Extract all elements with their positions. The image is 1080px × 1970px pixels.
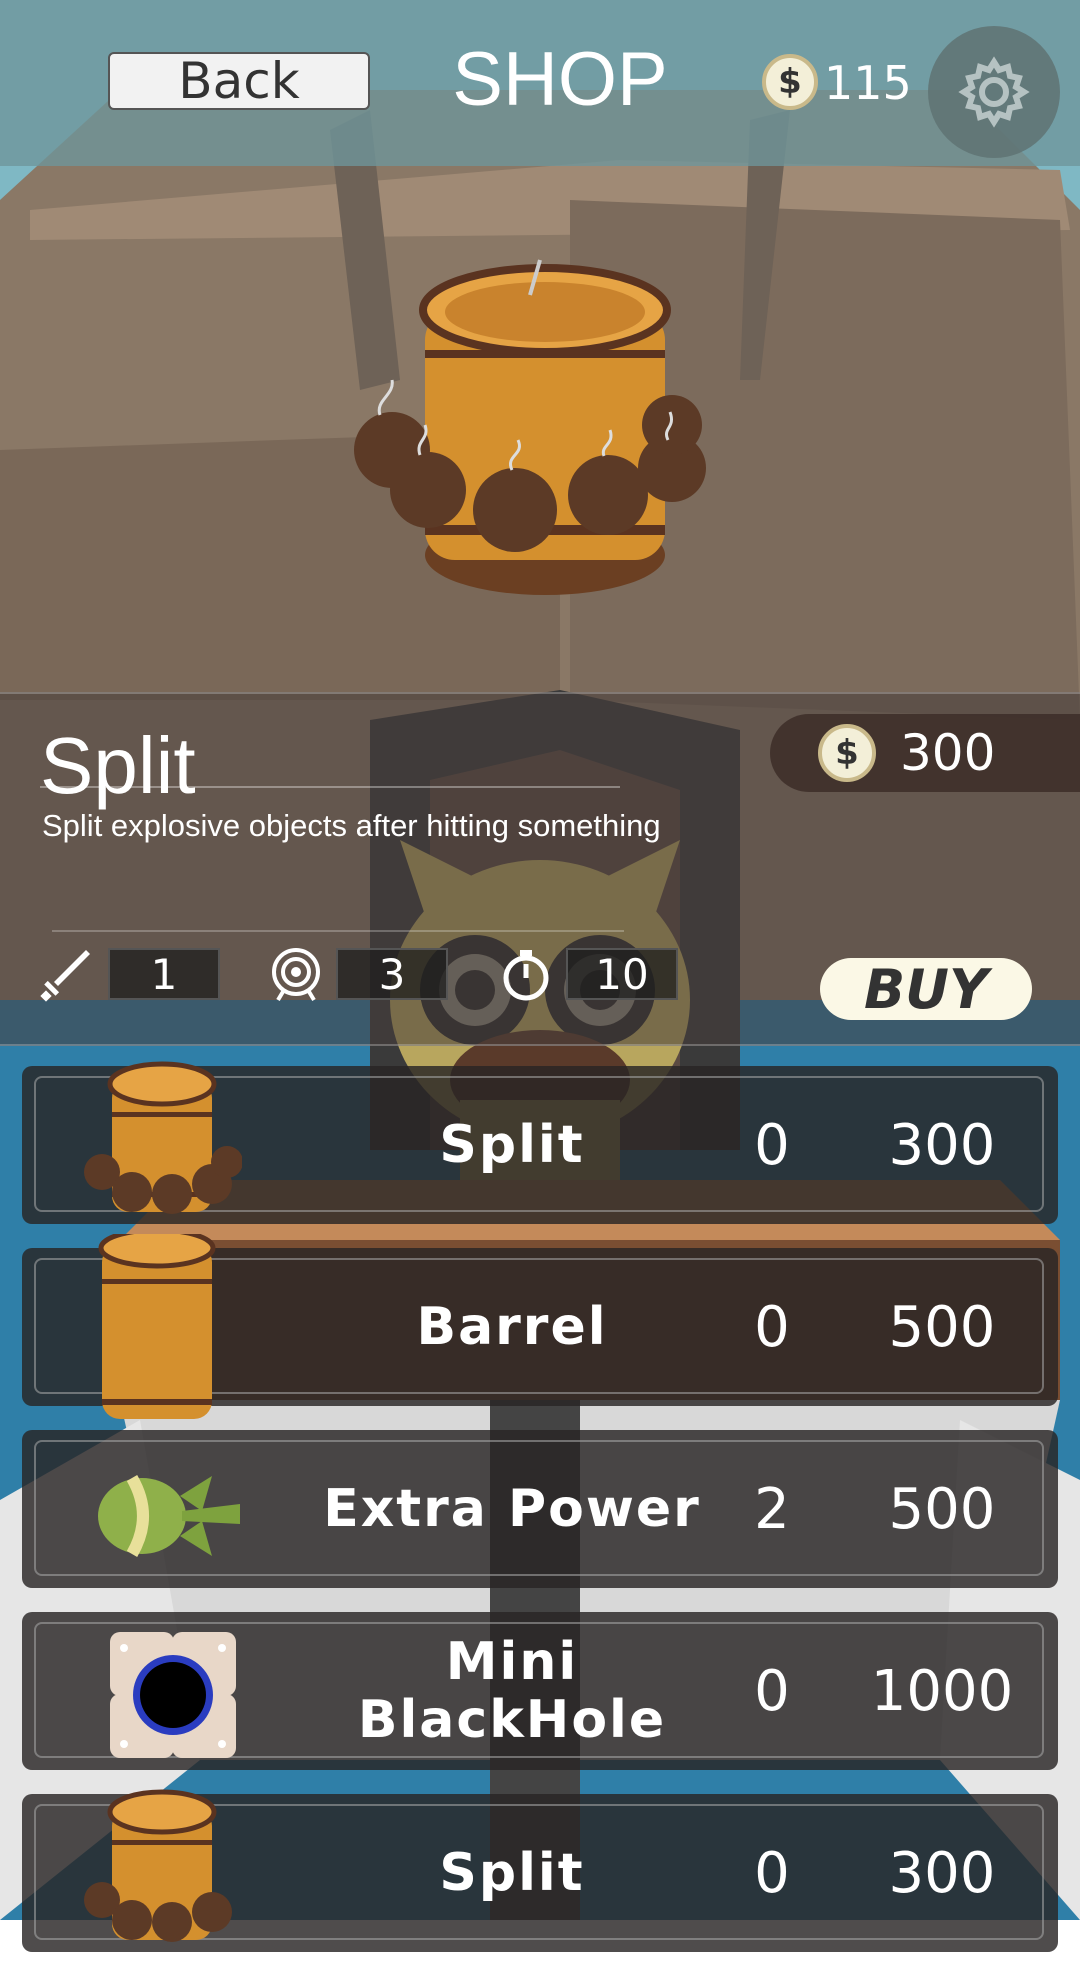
shop-row-split[interactable]: Split 0 300 [22, 1789, 1058, 1952]
coin-icon: $ [818, 724, 876, 782]
barrel-icon [98, 1234, 216, 1419]
stopwatch-icon [503, 950, 549, 1001]
item-owned-count: 0 [754, 1294, 790, 1360]
divider [40, 786, 620, 788]
item-owned-count: 0 [754, 1112, 790, 1178]
item-detail-panel: Split Split explosive objects after hitt… [0, 692, 1080, 1046]
item-price: 300 [888, 1112, 996, 1178]
range-stat-value: 3 [336, 948, 448, 1000]
item-price: 500 [888, 1476, 996, 1542]
coin-balance: 115 [824, 56, 912, 110]
item-name: Mini BlackHole [357, 1632, 667, 1750]
item-owned-count: 0 [754, 1840, 790, 1906]
shop-row-mini-blackhole[interactable]: Mini BlackHole 0 1000 [22, 1612, 1058, 1770]
shop-row-barrel[interactable]: Barrel 0 500 [22, 1234, 1058, 1419]
item-name: Extra Power [323, 1479, 701, 1539]
item-name: Barrel [416, 1297, 608, 1357]
settings-button[interactable] [928, 26, 1060, 158]
item-name: Split [439, 1115, 585, 1175]
item-owned-count: 0 [754, 1658, 790, 1724]
duration-stat-value: 10 [566, 948, 678, 1000]
damage-stat-value: 1 [108, 948, 220, 1000]
coin-icon: $ [762, 54, 818, 110]
buy-button[interactable]: BUY [820, 958, 1032, 1021]
item-price: 500 [888, 1294, 996, 1360]
sword-icon [40, 950, 90, 1002]
item-price: 300 [888, 1840, 996, 1906]
item-name: Split [439, 1843, 585, 1903]
item-price: 300 [900, 724, 996, 782]
item-price: 1000 [870, 1658, 1014, 1724]
item-owned-count: 2 [754, 1476, 790, 1542]
split-barrel-icon [84, 1789, 232, 1942]
shop-row-extra-power[interactable]: Extra Power 2 500 [22, 1430, 1058, 1588]
gear-icon [958, 56, 1030, 128]
split-barrel-icon [84, 1061, 242, 1214]
rocket-icon [98, 1474, 240, 1558]
item-name: Split [40, 721, 196, 810]
page-title: SHOP [452, 37, 668, 122]
top-bar: Back SHOP $ 115 [0, 0, 1080, 166]
blackhole-icon [110, 1632, 236, 1758]
target-icon [272, 948, 320, 1002]
divider [52, 930, 624, 932]
item-price-badge: $ 300 [770, 714, 1080, 792]
back-button[interactable]: Back [108, 52, 370, 110]
shop-row-split[interactable]: Split 0 300 [22, 1061, 1058, 1224]
item-description: Split explosive objects after hitting so… [42, 808, 661, 843]
